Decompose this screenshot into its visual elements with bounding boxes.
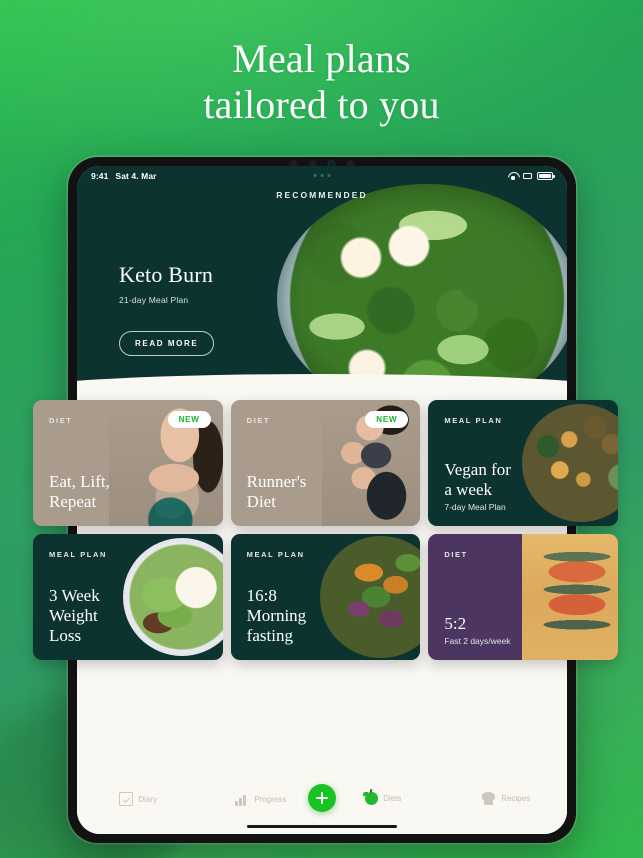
- tab-diets[interactable]: Diets: [322, 792, 445, 805]
- tab-progress[interactable]: Progress: [200, 792, 323, 806]
- status-badge: NEW: [167, 411, 211, 428]
- hero-subtitle: 21-day Meal Plan: [119, 295, 189, 305]
- chef-hat-icon: [481, 792, 496, 805]
- keyboard-icon: [523, 173, 532, 179]
- status-badge: NEW: [365, 411, 409, 428]
- page-title: Meal plans tailored to you: [0, 36, 643, 128]
- tab-recipes[interactable]: Recipes: [445, 792, 568, 805]
- card-title: 3 Week Weight Loss: [49, 585, 100, 645]
- status-bar: 9:41 Sat 4. Mar: [77, 166, 567, 186]
- avocado-toast-photo: [122, 538, 223, 656]
- card-3-week-weight-loss[interactable]: MEAL PLAN 3 Week Weight Loss: [33, 534, 223, 660]
- wifi-icon: [508, 172, 518, 180]
- card-kicker: DIET: [49, 416, 73, 425]
- card-row-1: DIET NEW Eat, Lift, Repeat DIET NEW Runn…: [0, 400, 643, 526]
- tab-label: Diary: [138, 794, 158, 804]
- card-16-8-morning-fasting[interactable]: MEAL PLAN 16:8 Morning fasting: [230, 534, 421, 660]
- card-kicker: MEAL PLAN: [444, 416, 503, 425]
- tab-label: Progress: [254, 794, 287, 804]
- tomato-stack-photo: [522, 534, 619, 660]
- add-button[interactable]: [308, 784, 336, 812]
- status-date: Sat 4. Mar: [115, 171, 157, 181]
- card-subtitle: 7-day Meal Plan: [444, 502, 506, 512]
- card-kicker: MEAL PLAN: [246, 550, 305, 559]
- status-time: 9:41: [91, 171, 109, 181]
- card-subtitle: Fast 2 days/week: [444, 636, 511, 646]
- card-row-2: MEAL PLAN 3 Week Weight Loss MEAL PLAN 1…: [0, 534, 643, 660]
- status-right: [508, 172, 555, 180]
- card-title: Eat, Lift, Repeat: [49, 471, 110, 511]
- read-more-button[interactable]: READ MORE: [119, 331, 215, 356]
- card-5-2[interactable]: DIET 5:2 Fast 2 days/week: [428, 534, 619, 660]
- battery-icon: [537, 172, 555, 180]
- progress-icon: [235, 792, 249, 806]
- card-title: Runner's Diet: [246, 471, 307, 511]
- card-runners-diet[interactable]: DIET NEW Runner's Diet: [230, 400, 421, 526]
- section-header: RECOMMENDED: [276, 190, 368, 200]
- tab-label: Diets: [383, 794, 402, 803]
- diary-icon: [119, 792, 134, 806]
- home-indicator[interactable]: [247, 825, 397, 828]
- headline-line-1: Meal plans: [232, 36, 411, 81]
- headline-line-2: tailored to you: [203, 82, 440, 127]
- card-eat-lift-repeat[interactable]: DIET NEW Eat, Lift, Repeat: [33, 400, 223, 526]
- card-kicker: MEAL PLAN: [49, 550, 108, 559]
- tab-label: Recipes: [501, 794, 531, 803]
- card-title: 5:2: [444, 613, 467, 633]
- vegan-bowl-photo: [522, 404, 619, 522]
- card-title: Vegan for a week: [444, 459, 511, 499]
- apple-icon: [363, 792, 379, 805]
- hero-bottom-curve: [77, 374, 567, 394]
- card-grid: DIET NEW Eat, Lift, Repeat DIET NEW Runn…: [0, 400, 643, 668]
- status-left: 9:41 Sat 4. Mar: [91, 171, 157, 181]
- roasted-salad-photo: [320, 536, 421, 658]
- tab-diary[interactable]: Diary: [77, 792, 200, 806]
- hero-food-photo: [277, 184, 567, 394]
- card-kicker: DIET: [444, 550, 468, 559]
- hero-text-block: Keto Burn 21-day Meal Plan READ MORE: [119, 262, 215, 356]
- card-vegan-for-a-week[interactable]: MEAL PLAN Vegan for a week 7-day Meal Pl…: [428, 400, 619, 526]
- card-kicker: DIET: [246, 416, 271, 425]
- hero-title: Keto Burn: [119, 262, 214, 287]
- card-title: 16:8 Morning fasting: [246, 585, 307, 645]
